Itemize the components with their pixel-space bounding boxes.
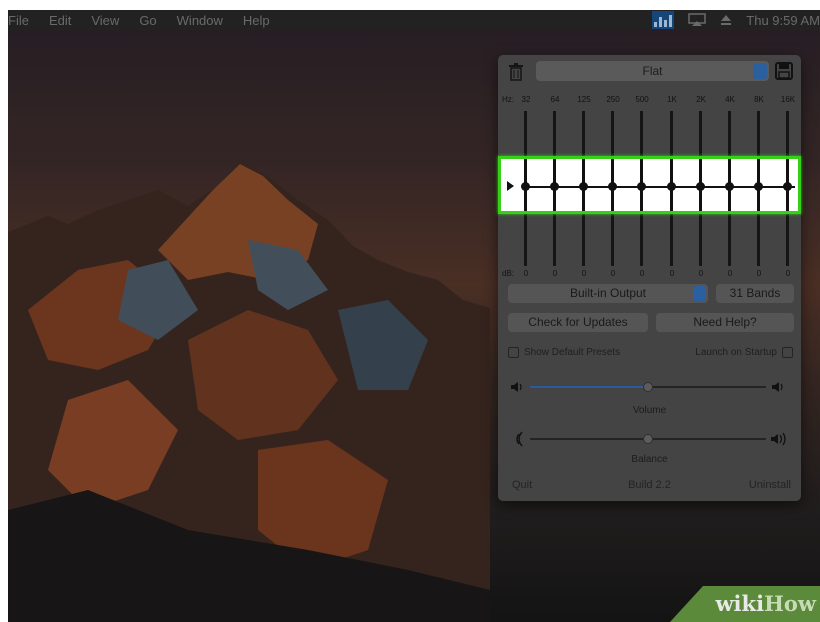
speaker-high-icon [772,382,783,392]
menu-file[interactable]: File [8,13,39,28]
hz-label: 8K [754,95,764,104]
db-value: 0 [698,269,704,278]
need-help-button[interactable]: Need Help? [656,313,794,332]
equalizer-menubar-icon[interactable] [652,11,675,29]
hz-label: 16K [780,95,796,104]
db-value: 0 [552,269,558,278]
launch-on-startup-label: Launch on Startup [695,347,777,358]
output-device-select[interactable]: Built-in Output [508,284,708,303]
play-preview-icon[interactable] [507,181,514,191]
menu-bar: File Edit View Go Window Help Thu 9:59 A… [8,10,820,30]
hz-label: 500 [635,95,649,104]
band-knob[interactable] [783,182,792,191]
hz-label: 1K [667,95,677,104]
preset-select[interactable]: Flat [536,61,769,81]
check-updates-button[interactable]: Check for Updates [508,313,648,332]
watermark-how: How [764,591,816,616]
band-knob[interactable] [754,182,763,191]
bands-button[interactable]: 31 Bands [716,284,794,303]
hz-label: 250 [606,95,620,104]
band-knob[interactable] [696,182,705,191]
show-default-presets-label: Show Default Presets [524,347,621,358]
db-labels: dB: 0 0 0 0 0 0 0 0 0 0 [502,269,797,279]
db-value: 0 [639,269,645,278]
hz-prefix: Hz: [502,95,514,104]
menu-help[interactable]: Help [233,13,280,28]
hz-label: 125 [577,95,591,104]
speaker-low-icon [511,382,522,392]
db-prefix: dB: [502,269,515,278]
watermark-wiki: wiki [715,591,765,616]
trash-icon[interactable] [508,63,524,81]
band-knob[interactable] [608,182,617,191]
hz-label: 4K [725,95,735,104]
band-knob[interactable] [521,182,530,191]
menubar-clock[interactable]: Thu 9:59 AM [746,13,820,28]
db-value: 0 [756,269,762,278]
output-device-value: Built-in Output [569,286,647,300]
menu-window[interactable]: Window [167,13,233,28]
menu-edit[interactable]: Edit [39,13,81,28]
db-value: 0 [669,269,675,278]
uninstall-button[interactable]: Uninstall [749,479,791,491]
airplay-icon[interactable] [688,13,707,27]
balance-left-speaker-icon [516,431,523,447]
db-value: 0 [523,269,529,278]
db-value: 0 [581,269,587,278]
preset-value: Flat [642,64,663,78]
band-knob[interactable] [579,182,588,191]
menu-view[interactable]: View [81,13,129,28]
hz-label: 64 [550,95,560,104]
volume-fill [530,386,648,388]
show-default-presets-option[interactable]: Show Default Presets [508,347,620,358]
volume-label: Volume [632,405,667,416]
db-value: 0 [610,269,616,278]
menu-go[interactable]: Go [129,13,166,28]
band-knob[interactable] [637,182,646,191]
band-knob[interactable] [667,182,676,191]
eject-icon[interactable] [720,14,732,26]
hz-label: 32 [521,95,531,104]
frequency-labels: Hz: 32 64 125 250 500 1K 2K 4K 8K 16K [502,95,797,105]
screenshot-frame: File Edit View Go Window Help Thu 9:59 A… [0,0,820,622]
band-knob[interactable] [550,182,559,191]
balance-label: Balance [631,454,668,465]
volume-thumb[interactable] [643,382,653,392]
balance-right-speaker-icon [771,432,786,446]
chevron-updown-icon [693,286,706,301]
balance-thumb[interactable] [643,434,653,444]
desktop-background: File Edit View Go Window Help Thu 9:59 A… [8,10,820,622]
highlighted-slider-region [498,156,801,214]
launch-on-startup-option[interactable]: Launch on Startup [695,347,793,358]
balance-slider[interactable] [530,434,766,444]
show-default-presets-checkbox[interactable] [508,347,519,358]
chevron-updown-icon [753,63,767,79]
db-value: 0 [727,269,733,278]
band-knob[interactable] [725,182,734,191]
hz-label: 2K [696,95,706,104]
save-icon[interactable] [775,62,793,80]
equalizer-popover: Flat Hz: 32 64 125 250 500 1K 2K 4K 8K 1… [498,55,801,501]
volume-slider[interactable] [530,382,766,392]
db-value: 0 [785,269,791,278]
preset-toolbar: Flat [504,61,795,83]
launch-on-startup-checkbox[interactable] [782,347,793,358]
